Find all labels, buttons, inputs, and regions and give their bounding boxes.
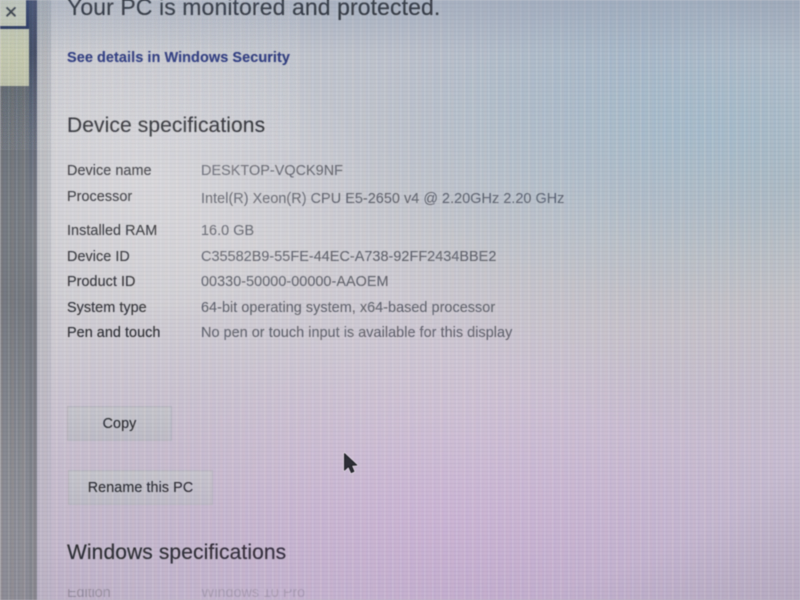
table-row: Installed RAM 16.0 GB: [67, 223, 707, 239]
close-button[interactable]: ✕: [0, 0, 29, 29]
background-window-sliver: ✕: [0, 0, 37, 600]
table-row: Device ID C35582B9-55FE-44EC-A738-92FF24…: [67, 249, 707, 265]
security-banner-title: Your PC is monitored and protected.: [67, 0, 441, 20]
device-specifications-table: Device name DESKTOP-VQCK9NF Processor In…: [67, 163, 707, 351]
spec-value: C35582B9-55FE-44EC-A738-92FF2434BBE2: [201, 248, 497, 265]
windows-security-link[interactable]: See details in Windows Security: [67, 50, 290, 66]
settings-about-content: Your PC is monitored and protected. See …: [51, 0, 800, 600]
spec-label: Installed RAM: [67, 223, 158, 240]
table-row: System type 64-bit operating system, x64…: [67, 300, 707, 316]
table-row: Processor Intel(R) Xeon(R) CPU E5-2650 v…: [67, 189, 707, 211]
spec-label: System type: [67, 299, 147, 316]
close-icon: ✕: [3, 2, 19, 22]
table-row: Product ID 00330-50000-00000-AAOEM: [67, 274, 707, 290]
window-edge-divider: [29, 0, 37, 600]
settings-window-left-gutter: [37, 0, 51, 600]
spec-label: Processor: [67, 188, 133, 205]
arrow-cursor: [343, 452, 359, 474]
spec-value: Windows 10 Pro: [201, 589, 306, 600]
spec-value: 16.0 GB: [201, 223, 255, 240]
device-specifications-heading: Device specifications: [67, 114, 266, 137]
windows-specifications-heading: Windows specifications: [67, 541, 287, 564]
table-row: Device name DESKTOP-VQCK9NF: [67, 163, 707, 179]
spec-value: 00330-50000-00000-AAOEM: [201, 274, 389, 291]
spec-label: Pen and touch: [67, 325, 161, 342]
spec-label: Device ID: [67, 248, 130, 265]
spec-label: Device name: [67, 163, 152, 179]
monitor-photo-screen: ✕ Your PC is monitored and protected. Se…: [0, 0, 800, 600]
spec-value: DESKTOP-VQCK9NF: [201, 163, 344, 179]
spec-value: No pen or touch input is available for t…: [201, 325, 513, 342]
table-row: Pen and touch No pen or touch input is a…: [67, 325, 707, 341]
rename-this-pc-button[interactable]: Rename this PC: [68, 470, 213, 505]
windows-specifications-partial-row: Edition Windows 10 Pro: [67, 589, 587, 600]
spec-value: 64-bit operating system, x64-based proce…: [201, 299, 496, 316]
spec-value: Intel(R) Xeon(R) CPU E5-2650 v4 @ 2.20GH…: [201, 190, 565, 207]
copy-button[interactable]: Copy: [67, 406, 172, 441]
spec-label: Product ID: [67, 274, 136, 291]
spec-label: Edition: [67, 589, 111, 600]
